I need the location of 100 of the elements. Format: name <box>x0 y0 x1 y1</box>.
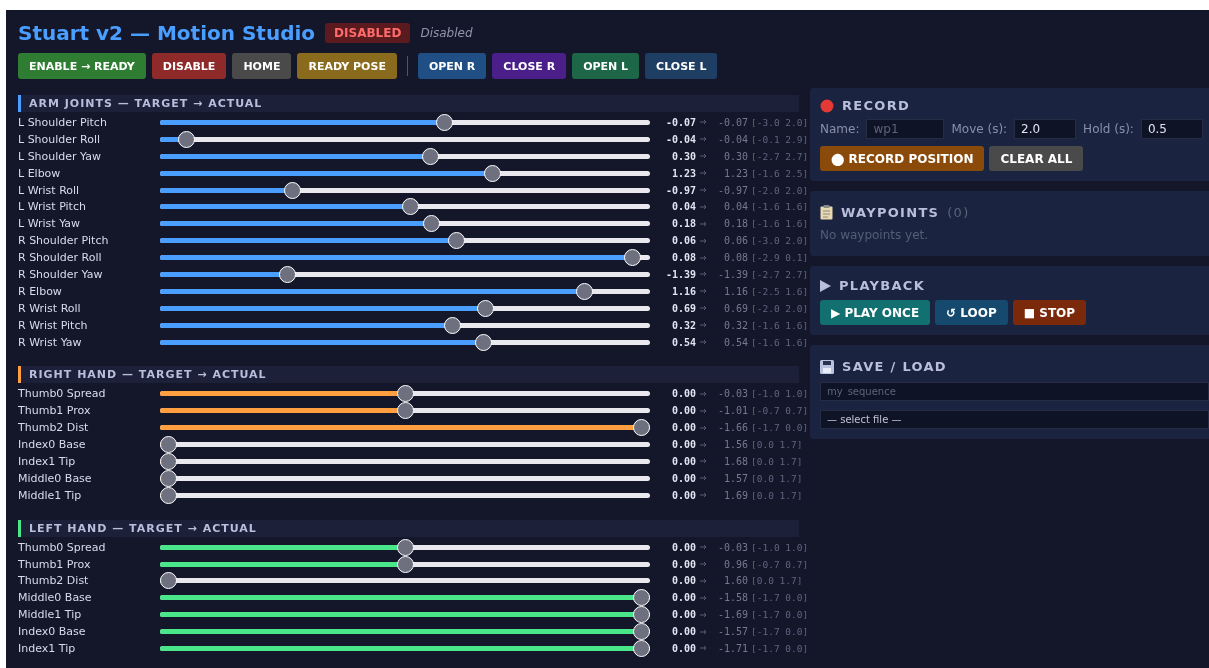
hold-field[interactable]: 0.5 <box>1140 119 1203 139</box>
target-value: 0.04 <box>670 201 696 213</box>
target-value: 0.00 <box>670 575 696 587</box>
actual-value: 1.56 <box>722 439 748 451</box>
joint-slider[interactable] <box>160 113 650 131</box>
joint-label: L Elbow <box>18 166 62 180</box>
target-value: 0.32 <box>670 319 696 331</box>
target-value: 0.00 <box>670 439 696 451</box>
joint-slider[interactable] <box>160 198 650 216</box>
actual-value: 0.54 <box>722 336 748 348</box>
joint-label: R Elbow <box>18 284 63 298</box>
move-field[interactable]: 2.0 <box>1014 119 1077 139</box>
joint-slider[interactable] <box>160 299 650 317</box>
joint-range: [-1.6 1.6] <box>751 319 809 331</box>
joint-slider[interactable] <box>160 316 650 334</box>
joint-slider[interactable] <box>160 555 650 573</box>
actual-value: 0.96 <box>722 558 748 570</box>
action-button[interactable]: ENABLE → READY <box>18 53 146 79</box>
joint-range: [0.0 1.7] <box>751 472 803 484</box>
record-button[interactable]: CLEAR ALL <box>989 146 1084 171</box>
joint-slider[interactable] <box>160 147 650 165</box>
panel-title: WAYPOINTS <box>841 205 940 220</box>
joint-slider[interactable] <box>160 572 650 590</box>
actual-value: -1.66 <box>716 422 748 434</box>
empty-message: No waypoints yet. <box>820 228 930 242</box>
app-title: Stuart v2 — Motion Studio <box>18 20 316 45</box>
target-value: 0.69 <box>670 302 696 314</box>
action-button[interactable]: CLOSE L <box>645 53 718 79</box>
joint-range: [-1.6 2.5] <box>751 167 809 179</box>
name-field[interactable]: wp1 <box>866 119 945 139</box>
joint-slider[interactable] <box>160 164 650 182</box>
joint-range: [-2.7 2.7] <box>751 150 809 162</box>
arrow-icon <box>700 288 708 295</box>
joint-slider[interactable] <box>160 623 650 641</box>
joint-slider[interactable] <box>160 436 650 454</box>
record-button[interactable]: ⬤ RECORD POSITION <box>820 146 985 171</box>
joint-label: L Shoulder Yaw <box>18 149 103 163</box>
clipboard-icon <box>820 205 833 220</box>
joint-label: Thumb2 Dist <box>18 574 90 588</box>
section-header: RIGHT HAND — TARGET → ACTUAL <box>18 366 799 384</box>
joint-range: [-1.7 0.0] <box>751 643 809 654</box>
joint-label: Thumb1 Prox <box>18 557 92 571</box>
actual-value: -1.57 <box>716 626 748 638</box>
joint-label: Index1 Tip <box>18 642 77 655</box>
target-value: 1.16 <box>670 285 696 297</box>
panel-title: PLAYBACK <box>839 278 926 293</box>
filename-field[interactable]: my_sequence <box>820 382 1209 401</box>
joint-label: Middle0 Base <box>18 471 93 485</box>
arrow-icon <box>700 254 708 261</box>
arrow-icon <box>700 611 708 618</box>
actual-value: 0.06 <box>722 235 748 247</box>
joint-label: Thumb1 Prox <box>18 404 92 418</box>
joint-slider[interactable] <box>160 333 650 351</box>
joint-slider[interactable] <box>160 486 650 504</box>
target-value: 0.00 <box>670 541 696 553</box>
joint-range: [-1.7 0.0] <box>751 626 809 638</box>
joint-slider[interactable] <box>160 282 650 300</box>
joint-label: R Shoulder Roll <box>18 251 103 265</box>
action-button[interactable]: READY POSE <box>297 53 397 79</box>
file-select[interactable]: — select file — <box>820 410 1209 429</box>
joint-label: Index1 Tip <box>18 454 77 468</box>
target-value: 0.00 <box>670 558 696 570</box>
joint-slider[interactable] <box>160 640 650 657</box>
joint-slider[interactable] <box>160 215 650 233</box>
action-button[interactable]: DISABLE <box>151 53 227 79</box>
playback-button[interactable]: ▶ PLAY ONCE <box>820 300 931 325</box>
arrow-icon <box>700 441 708 448</box>
joint-slider[interactable] <box>160 469 650 487</box>
actual-value: 1.69 <box>722 489 748 501</box>
joint-slider[interactable] <box>160 538 650 556</box>
actual-value: 1.68 <box>722 455 748 467</box>
joint-range: [-1.6 1.6] <box>751 218 809 230</box>
joint-slider[interactable] <box>160 232 650 250</box>
joint-slider[interactable] <box>160 589 650 607</box>
actual-value: 1.60 <box>722 575 748 587</box>
playback-button[interactable]: ↺ LOOP <box>935 300 1008 325</box>
joint-slider[interactable] <box>160 265 650 283</box>
joint-range: [-2.7 2.7] <box>751 268 809 280</box>
joint-range: [-3.0 2.0] <box>751 116 809 128</box>
arrow-icon <box>700 187 708 193</box>
joint-slider[interactable] <box>160 453 650 470</box>
joint-label: Middle0 Base <box>18 591 93 605</box>
joint-slider[interactable] <box>160 419 650 437</box>
joint-label: L Shoulder Pitch <box>18 115 108 129</box>
arrow-icon <box>700 424 708 431</box>
joint-slider[interactable] <box>160 181 650 199</box>
action-button[interactable]: OPEN L <box>572 53 640 79</box>
joint-slider[interactable] <box>160 385 650 403</box>
actual-value: 0.69 <box>722 302 748 314</box>
joint-slider[interactable] <box>160 249 650 267</box>
joint-slider[interactable] <box>160 402 650 420</box>
joint-slider[interactable] <box>160 606 650 624</box>
joint-slider[interactable] <box>160 130 650 148</box>
action-button[interactable]: OPEN R <box>417 53 487 79</box>
playback-button[interactable]: ■ STOP <box>1012 300 1087 325</box>
arrow-icon <box>700 561 708 568</box>
action-button[interactable]: CLOSE R <box>492 53 567 79</box>
joint-label: L Wrist Pitch <box>18 200 87 214</box>
action-button[interactable]: HOME <box>232 53 292 79</box>
arrow-icon <box>700 594 708 601</box>
